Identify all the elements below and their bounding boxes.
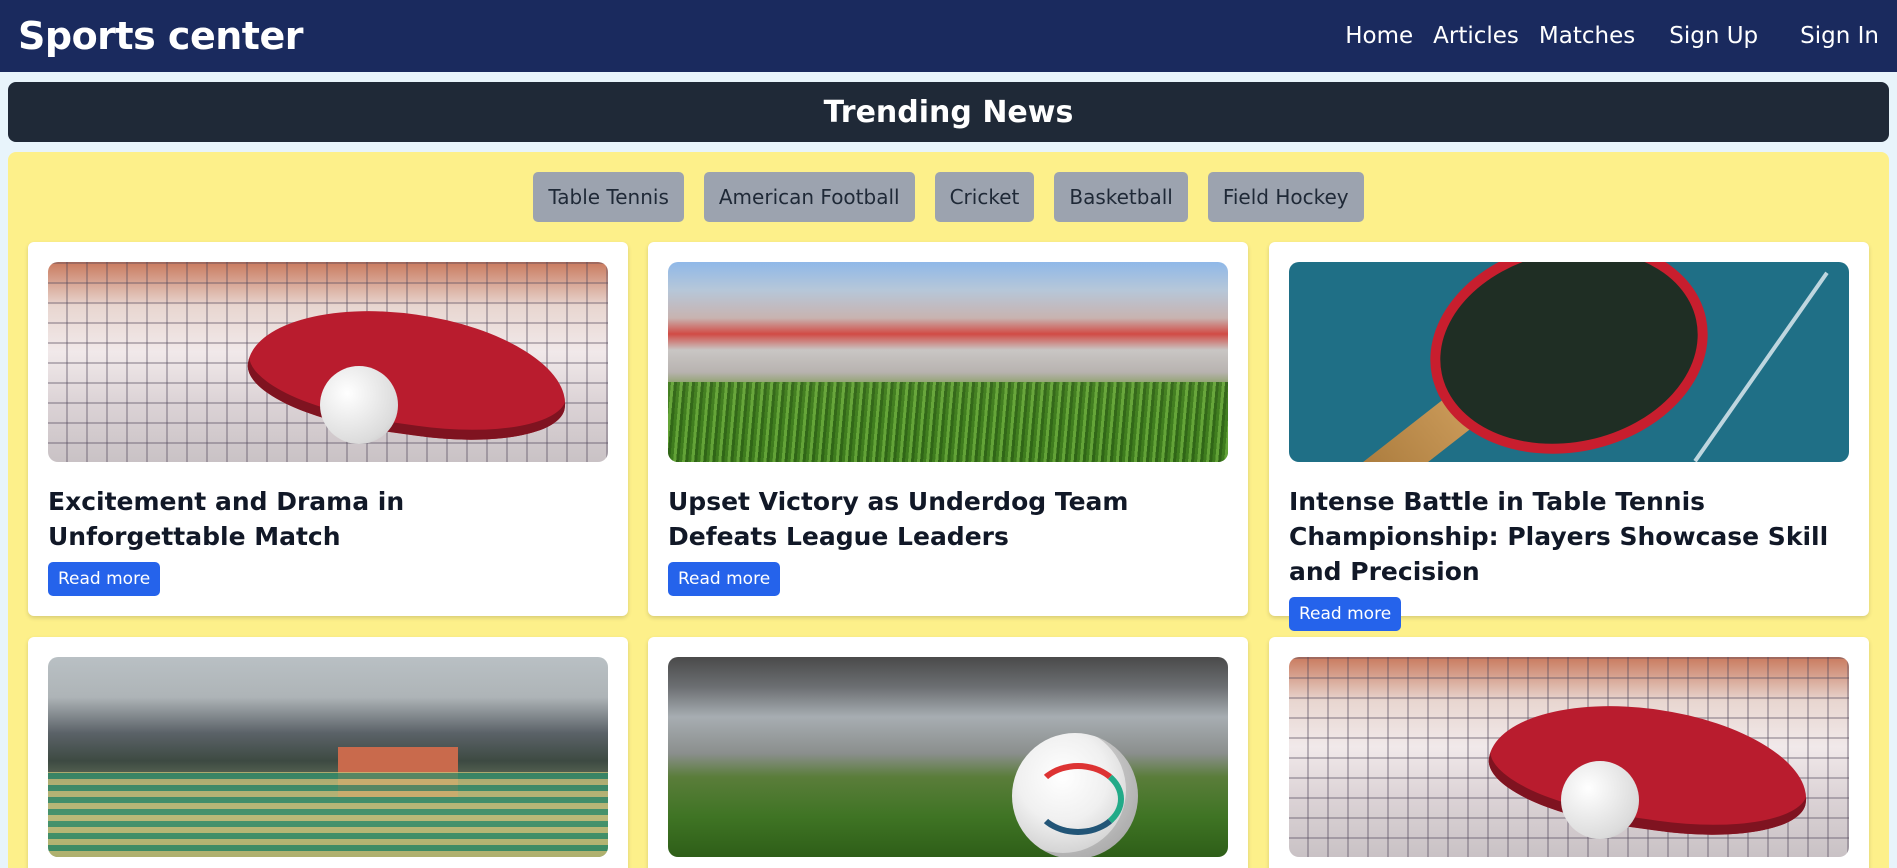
football-shape (1012, 733, 1138, 857)
news-panel: Table Tennis American Football Cricket B… (8, 152, 1889, 868)
card-image[interactable] (48, 262, 608, 462)
trending-header: Trending News (8, 82, 1889, 142)
card-title: Intense Battle in Table Tennis Champions… (1289, 487, 1829, 586)
card-image[interactable] (668, 657, 1228, 857)
read-more-button[interactable]: Read more (1289, 597, 1402, 631)
card-image[interactable] (1289, 262, 1849, 462)
nav-articles[interactable]: Articles (1433, 23, 1519, 49)
filter-table-tennis[interactable]: Table Tennis (533, 172, 684, 222)
paddle-shape (1482, 687, 1816, 851)
table-line-shape (1693, 271, 1829, 462)
filter-cricket[interactable]: Cricket (934, 172, 1035, 222)
read-more-button[interactable]: Read more (668, 562, 781, 596)
filter-basketball[interactable]: Basketball (1054, 172, 1188, 222)
news-card (648, 637, 1248, 868)
paddle-shape (241, 292, 575, 456)
ball-shape (320, 366, 398, 444)
filter-american-football[interactable]: American Football (703, 172, 915, 222)
stands-shape (48, 772, 608, 857)
news-card: Excitement and Drama in Unforgettable Ma… (28, 242, 628, 616)
ball-shape (1561, 761, 1639, 839)
filter-field-hockey[interactable]: Field Hockey (1207, 172, 1364, 222)
news-card: Intense Battle in Table Tennis Champions… (1269, 242, 1869, 631)
nav-sign-in[interactable]: Sign In (1800, 23, 1879, 49)
grass-shape (668, 382, 1228, 462)
card-title: Excitement and Drama in Unforgettable Ma… (48, 487, 405, 551)
news-card (28, 637, 628, 868)
nav-sign-up[interactable]: Sign Up (1669, 23, 1758, 49)
top-navbar: Sports center Home Articles Matches Sign… (0, 0, 1897, 72)
brand-logo[interactable]: Sports center (18, 14, 303, 58)
card-image[interactable] (1289, 657, 1849, 857)
card-title: Upset Victory as Underdog Team Defeats L… (668, 487, 1129, 551)
nav-matches[interactable]: Matches (1539, 23, 1635, 49)
news-card (1269, 637, 1869, 868)
card-image[interactable] (48, 657, 608, 857)
nav-links: Home Articles Matches Sign Up Sign In (1345, 23, 1879, 49)
category-filters: Table Tennis American Football Cricket B… (8, 172, 1889, 222)
read-more-button[interactable]: Read more (48, 562, 161, 596)
trending-title: Trending News (823, 94, 1074, 130)
card-image[interactable] (668, 262, 1228, 462)
news-card: Upset Victory as Underdog Team Defeats L… (648, 242, 1248, 616)
nav-home[interactable]: Home (1345, 23, 1413, 49)
